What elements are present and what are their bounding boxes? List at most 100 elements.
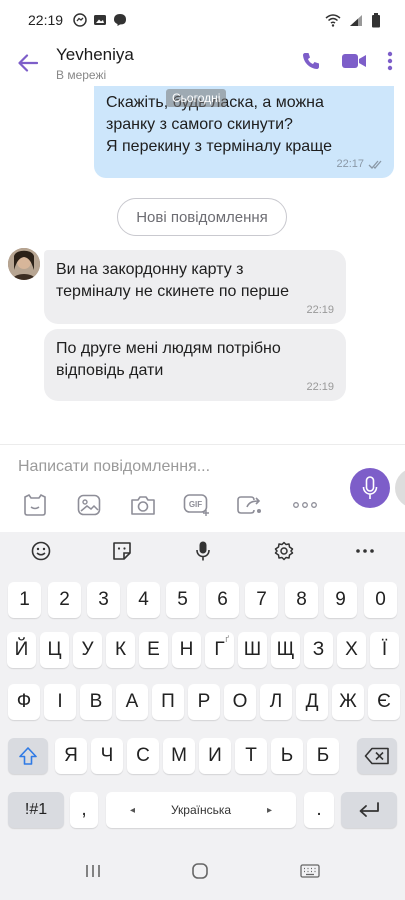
key[interactable]: Є: [368, 684, 400, 720]
contact-name: Yevheniya: [56, 44, 134, 64]
secondary-action-edge[interactable]: [395, 468, 405, 508]
mic-icon: [195, 541, 210, 561]
viber-chat-screen: 22:19 Yevheniya В мережі Скажіть, ласка,…: [0, 0, 405, 900]
home-icon: [192, 862, 209, 879]
key[interactable]: І: [44, 684, 76, 720]
keyboard-icon: [300, 863, 320, 878]
key[interactable]: 5: [166, 582, 199, 618]
key[interactable]: М: [163, 738, 195, 774]
key[interactable]: Й: [7, 632, 36, 668]
backspace-key[interactable]: [357, 738, 397, 774]
symbols-key[interactable]: !#1: [8, 792, 64, 828]
more-options-button[interactable]: [387, 51, 393, 76]
outgoing-message[interactable]: Скажіть, будь ласка, а можна зранку з са…: [94, 86, 394, 178]
key[interactable]: Х: [337, 632, 366, 668]
key[interactable]: Н: [172, 632, 201, 668]
key[interactable]: Т: [235, 738, 267, 774]
key[interactable]: Б: [307, 738, 339, 774]
key[interactable]: Ц: [40, 632, 69, 668]
key[interactable]: Щ: [271, 632, 300, 668]
keyboard-settings-button[interactable]: [243, 532, 324, 570]
gif-button[interactable]: GIF: [170, 488, 224, 522]
incoming-message[interactable]: По друге мені людям потрібно відповідь д…: [44, 329, 346, 401]
recent-apps-button[interactable]: [85, 863, 101, 884]
more-horizontal-icon: [293, 502, 317, 508]
key[interactable]: Ь: [271, 738, 303, 774]
date-divider: Сьогодні: [166, 89, 227, 107]
arrow-back-icon: [18, 54, 38, 72]
key-g[interactable]: ґГ: [205, 632, 234, 668]
message-list[interactable]: Скажіть, будь ласка, а можна зранку з са…: [0, 86, 405, 444]
key[interactable]: 4: [127, 582, 160, 618]
gif-icon: GIF: [183, 494, 209, 516]
key[interactable]: 6: [206, 582, 239, 618]
share-button[interactable]: [224, 488, 278, 522]
key[interactable]: 8: [285, 582, 318, 618]
message-time: 22:17: [336, 158, 364, 170]
key[interactable]: З: [304, 632, 333, 668]
key[interactable]: 0: [364, 582, 397, 618]
video-call-button[interactable]: [341, 52, 367, 75]
key[interactable]: П: [152, 684, 184, 720]
back-button[interactable]: [0, 40, 56, 86]
key[interactable]: К: [106, 632, 135, 668]
key[interactable]: О: [224, 684, 256, 720]
key[interactable]: С: [127, 738, 159, 774]
camera-button[interactable]: [116, 488, 170, 522]
settings-icon: [274, 541, 293, 561]
backspace-icon: [364, 747, 389, 765]
key[interactable]: Ш: [238, 632, 267, 668]
key[interactable]: 9: [324, 582, 357, 618]
emoji-button[interactable]: [0, 532, 81, 570]
key[interactable]: У: [73, 632, 102, 668]
cursor-right-icon: ▸: [266, 804, 272, 816]
incoming-message[interactable]: Ви на закордонну карту з терміналу не ск…: [44, 250, 346, 324]
sticker-button[interactable]: [8, 488, 62, 522]
shift-arrow-icon: [19, 747, 37, 765]
message-input[interactable]: Написати повідомлення...: [18, 458, 210, 476]
enter-key[interactable]: [341, 792, 397, 828]
comma-key[interactable]: ,: [70, 792, 98, 828]
keyboard-more-button[interactable]: [324, 532, 405, 570]
voice-message-button[interactable]: [350, 468, 390, 508]
gallery-button[interactable]: [62, 488, 116, 522]
more-vertical-icon: [387, 51, 393, 70]
key[interactable]: В: [80, 684, 112, 720]
key[interactable]: Ф: [8, 684, 40, 720]
microphone-icon: [362, 476, 378, 499]
more-tools-button[interactable]: [278, 488, 332, 522]
key[interactable]: Е: [139, 632, 168, 668]
key[interactable]: Ж: [332, 684, 364, 720]
key[interactable]: Я: [55, 738, 87, 774]
key[interactable]: 3: [87, 582, 120, 618]
call-button[interactable]: [301, 51, 321, 76]
key[interactable]: Ч: [91, 738, 123, 774]
contact-info[interactable]: Yevheniya В мережі: [56, 45, 134, 82]
key-hint: ґ: [225, 634, 229, 644]
key[interactable]: А: [116, 684, 148, 720]
contact-avatar[interactable]: [8, 248, 40, 280]
key[interactable]: Л: [260, 684, 292, 720]
home-button[interactable]: [191, 862, 209, 885]
space-bar[interactable]: ◂ Українська ▸: [106, 792, 296, 828]
new-messages-badge[interactable]: Нові повідомлення: [117, 198, 287, 236]
sticker-keyboard-button[interactable]: [81, 532, 162, 570]
key[interactable]: 7: [245, 582, 278, 618]
message-time: 22:19: [306, 304, 334, 316]
key[interactable]: Р: [188, 684, 220, 720]
key[interactable]: 1: [8, 582, 41, 618]
shift-key[interactable]: [8, 738, 48, 774]
sticker-icon: [24, 493, 46, 516]
key[interactable]: Д: [296, 684, 328, 720]
keyboard-switch-button[interactable]: [300, 863, 320, 883]
key[interactable]: И: [199, 738, 231, 774]
message-text: Скажіть, будь ласка, а можна зранку з са…: [106, 94, 333, 155]
battery-icon: [372, 12, 380, 27]
space-label: Українська: [170, 803, 232, 817]
key[interactable]: Ї: [370, 632, 399, 668]
period-key[interactable]: .: [304, 792, 334, 828]
voice-input-button[interactable]: [162, 532, 243, 570]
key[interactable]: 2: [48, 582, 81, 618]
on-screen-keyboard: 1 2 3 4 5 6 7 8 9 0 Й Ц У К Е Н ґГ Ш Щ З…: [0, 532, 405, 846]
divider: [0, 444, 405, 445]
